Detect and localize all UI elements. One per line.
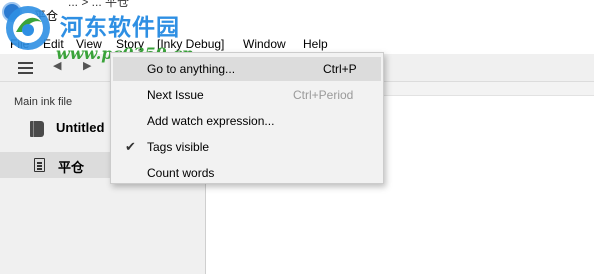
menu-item-label: Tags visible xyxy=(147,140,210,154)
menu-help[interactable]: Help xyxy=(303,37,328,51)
selected-file-label: 平仓 xyxy=(58,160,85,175)
menu-item-next-issue[interactable]: Next Issue Ctrl+Period xyxy=(113,83,381,107)
menu-item-label: Go to anything... xyxy=(147,62,236,76)
menu-item-label: Add watch expression... xyxy=(147,114,275,128)
hamburger-icon[interactable] xyxy=(18,62,33,74)
story-dropdown-menu: Go to anything... Ctrl+P Next Issue Ctrl… xyxy=(110,52,384,184)
menu-window[interactable]: Window xyxy=(243,37,286,51)
menu-item-tags-visible[interactable]: ✔ Tags visible xyxy=(113,135,381,159)
sidebar-heading: Main ink file xyxy=(14,96,73,108)
menu-item-label: Count words xyxy=(147,166,215,180)
watermark-title: 河东软件园 xyxy=(60,14,180,41)
menu-item-shortcut: Ctrl+Period xyxy=(293,88,354,102)
watermark-logo-icon xyxy=(6,6,50,50)
menu-item-go-to-anything[interactable]: Go to anything... Ctrl+P xyxy=(113,57,381,81)
document-icon xyxy=(34,158,45,172)
book-icon xyxy=(30,121,44,137)
main-file-label: Untitled xyxy=(56,120,105,135)
checkmark-icon: ✔ xyxy=(125,139,136,154)
menu-item-shortcut: Ctrl+P xyxy=(323,62,357,76)
menu-item-label: Next Issue xyxy=(147,88,204,102)
inky-app-window: ... > ... 平仓 平仓 File Edit View Story [In… xyxy=(0,0,594,274)
menu-item-count-words[interactable]: Count words xyxy=(113,161,381,185)
menu-item-add-watch-expression[interactable]: Add watch expression... xyxy=(113,109,381,133)
